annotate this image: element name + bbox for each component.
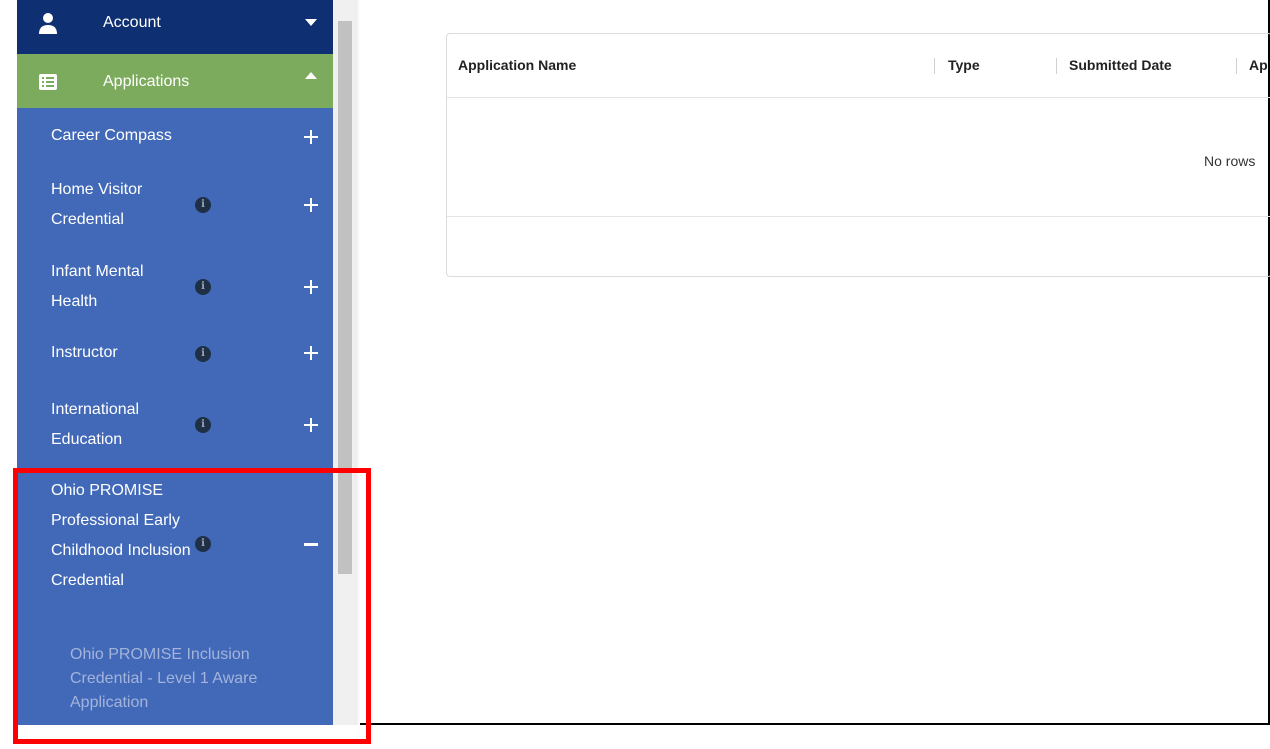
info-icon[interactable]: i xyxy=(195,197,211,213)
sidebar-item-label: International Education xyxy=(51,401,140,448)
info-icon[interactable]: i xyxy=(195,279,211,295)
expand-plus-icon[interactable] xyxy=(302,128,320,146)
expand-plus-icon[interactable] xyxy=(302,278,320,296)
applications-label: Applications xyxy=(103,73,190,90)
grid-footer-divider xyxy=(447,216,1270,217)
sidebar-item-label: Career Compass xyxy=(51,127,172,144)
sidebar-item-label: Instructor xyxy=(51,344,118,361)
sidebar-applications[interactable]: Applications xyxy=(17,54,333,108)
sidebar-item-label: Infant Mental Health xyxy=(51,263,144,310)
applications-grid: Application Name Type Submitted Date Ap … xyxy=(446,33,1270,277)
column-header-type[interactable]: Type xyxy=(948,34,980,97)
expand-plus-icon[interactable] xyxy=(302,416,320,434)
grid-header: Application Name Type Submitted Date Ap xyxy=(447,34,1270,98)
sidebar-item-infant-mental-health[interactable]: Infant Mental Health i xyxy=(17,244,333,326)
chevron-up-icon[interactable] xyxy=(305,72,317,79)
sidebar-account[interactable]: Account xyxy=(17,0,333,54)
sidebar-item-international-education[interactable]: International Education i xyxy=(17,384,333,466)
user-icon xyxy=(39,13,57,34)
info-icon[interactable]: i xyxy=(195,346,211,362)
sidebar-item-instructor[interactable]: Instructor i xyxy=(17,326,333,384)
highlight-box xyxy=(13,468,371,744)
expand-plus-icon[interactable] xyxy=(302,344,320,362)
sidebar-item-label: Home Visitor Credential xyxy=(51,181,143,228)
column-header-truncated[interactable]: Ap xyxy=(1249,34,1268,97)
list-icon xyxy=(39,74,57,90)
column-separator[interactable] xyxy=(1056,58,1057,74)
expand-plus-icon[interactable] xyxy=(302,196,320,214)
grid-empty-message: No rows xyxy=(1204,153,1256,169)
account-label: Account xyxy=(103,14,161,31)
column-separator[interactable] xyxy=(934,58,935,74)
column-header-submitted-date[interactable]: Submitted Date xyxy=(1069,34,1172,97)
chevron-down-icon[interactable] xyxy=(305,19,317,26)
sidebar-item-career-compass[interactable]: Career Compass xyxy=(17,108,333,165)
sidebar-item-home-visitor-credential[interactable]: Home Visitor Credential i xyxy=(17,165,333,244)
column-header-application-name[interactable]: Application Name xyxy=(458,34,576,97)
column-separator[interactable] xyxy=(1236,58,1237,74)
info-icon[interactable]: i xyxy=(195,417,211,433)
